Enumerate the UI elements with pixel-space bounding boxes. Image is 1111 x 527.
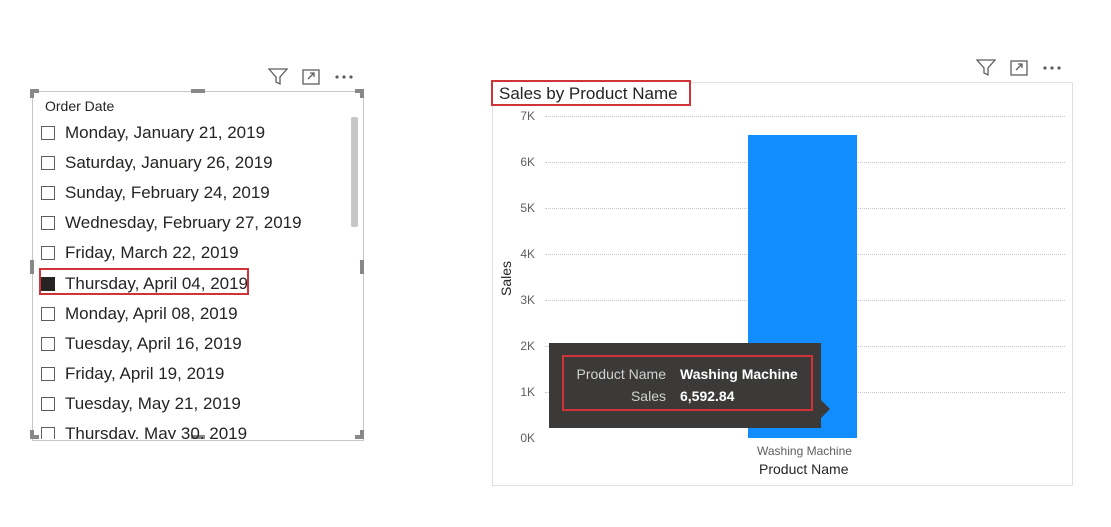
resize-handle[interactable] xyxy=(360,430,364,439)
resize-handle[interactable] xyxy=(191,89,205,93)
slicer-item[interactable]: Tuesday, April 16, 2019 xyxy=(41,332,242,356)
gridline xyxy=(545,116,1065,117)
tooltip-label: Product Name xyxy=(576,366,666,382)
resize-handle[interactable] xyxy=(30,260,34,274)
filter-icon[interactable] xyxy=(976,59,996,77)
y-tick-label: 1K xyxy=(520,385,535,399)
y-tick-label: 5K xyxy=(520,201,535,215)
filter-icon[interactable] xyxy=(268,68,288,86)
slicer-item-label: Tuesday, May 21, 2019 xyxy=(65,393,241,413)
checkbox[interactable] xyxy=(41,396,55,411)
y-tick-label: 6K xyxy=(520,155,535,169)
y-tick-label: 4K xyxy=(520,247,535,261)
selected-item-highlight xyxy=(39,268,249,295)
checkbox[interactable] xyxy=(41,306,55,321)
chart-title: Sales by Product Name xyxy=(491,80,691,106)
tooltip-value: Washing Machine xyxy=(680,366,798,382)
checkbox[interactable] xyxy=(41,366,55,381)
y-tick-label: 0K xyxy=(520,431,535,445)
slicer-item[interactable]: Tuesday, May 21, 2019 xyxy=(41,392,241,416)
resize-handle[interactable] xyxy=(30,89,34,98)
slicer-item[interactable]: Sunday, February 24, 2019 xyxy=(41,181,270,205)
slicer-item-label: Monday, April 08, 2019 xyxy=(65,303,238,323)
slicer-visual-header xyxy=(268,68,354,86)
checkbox[interactable] xyxy=(41,427,55,439)
checkbox[interactable] xyxy=(41,216,55,231)
resize-handle[interactable] xyxy=(360,260,364,274)
tooltip-label: Sales xyxy=(630,388,666,404)
checkbox[interactable] xyxy=(41,156,55,171)
focus-mode-icon[interactable] xyxy=(1010,60,1028,76)
more-options-icon[interactable] xyxy=(334,74,354,80)
slicer-item[interactable]: Friday, April 19, 2019 xyxy=(41,362,224,386)
slicer-item-label: Sunday, February 24, 2019 xyxy=(65,183,270,203)
tooltip-pointer xyxy=(821,400,830,418)
focus-mode-icon[interactable] xyxy=(302,69,320,85)
slicer-title: Order Date xyxy=(45,98,115,114)
checkbox[interactable] xyxy=(41,186,55,201)
slicer-scrollbar[interactable] xyxy=(351,117,358,227)
more-options-icon[interactable] xyxy=(1042,65,1062,71)
slicer-item-label: Tuesday, April 16, 2019 xyxy=(65,333,242,353)
y-tick-label: 7K xyxy=(520,109,535,123)
chart-visual-header xyxy=(976,59,1062,77)
slicer-item[interactable]: Monday, January 21, 2019 xyxy=(41,121,265,145)
slicer-item-label: Wednesday, February 27, 2019 xyxy=(65,213,302,233)
tooltip-value: 6,592.84 xyxy=(680,388,735,404)
slicer-item[interactable]: Friday, March 22, 2019 xyxy=(41,241,239,265)
checkbox[interactable] xyxy=(41,126,55,140)
x-axis-title: Product Name xyxy=(759,461,849,477)
resize-handle[interactable] xyxy=(360,89,364,98)
slicer-item-label: Friday, March 22, 2019 xyxy=(65,243,239,263)
x-tick-label: Washing Machine xyxy=(757,444,852,458)
checkbox[interactable] xyxy=(41,336,55,351)
slicer-item[interactable]: Monday, April 08, 2019 xyxy=(41,302,238,326)
checkbox[interactable] xyxy=(41,246,55,261)
slicer-item[interactable]: Wednesday, February 27, 2019 xyxy=(41,211,302,235)
slicer-item-label: Monday, January 21, 2019 xyxy=(65,123,266,142)
slicer-item[interactable]: Saturday, January 26, 2019 xyxy=(41,151,273,175)
y-tick-label: 2K xyxy=(520,339,535,353)
order-date-slicer: Order Date Monday, January 21, 2019 Satur… xyxy=(30,89,364,441)
slicer-item-label: Thursday, May 30, 2019 xyxy=(65,424,248,439)
resize-handle[interactable] xyxy=(30,430,34,439)
slicer-item-label: Friday, April 19, 2019 xyxy=(65,363,225,383)
slicer-item[interactable]: Thursday, May 30, 2019 xyxy=(41,422,247,439)
slicer-item-label: Saturday, January 26, 2019 xyxy=(65,153,273,173)
y-axis-title: Sales xyxy=(498,260,514,296)
